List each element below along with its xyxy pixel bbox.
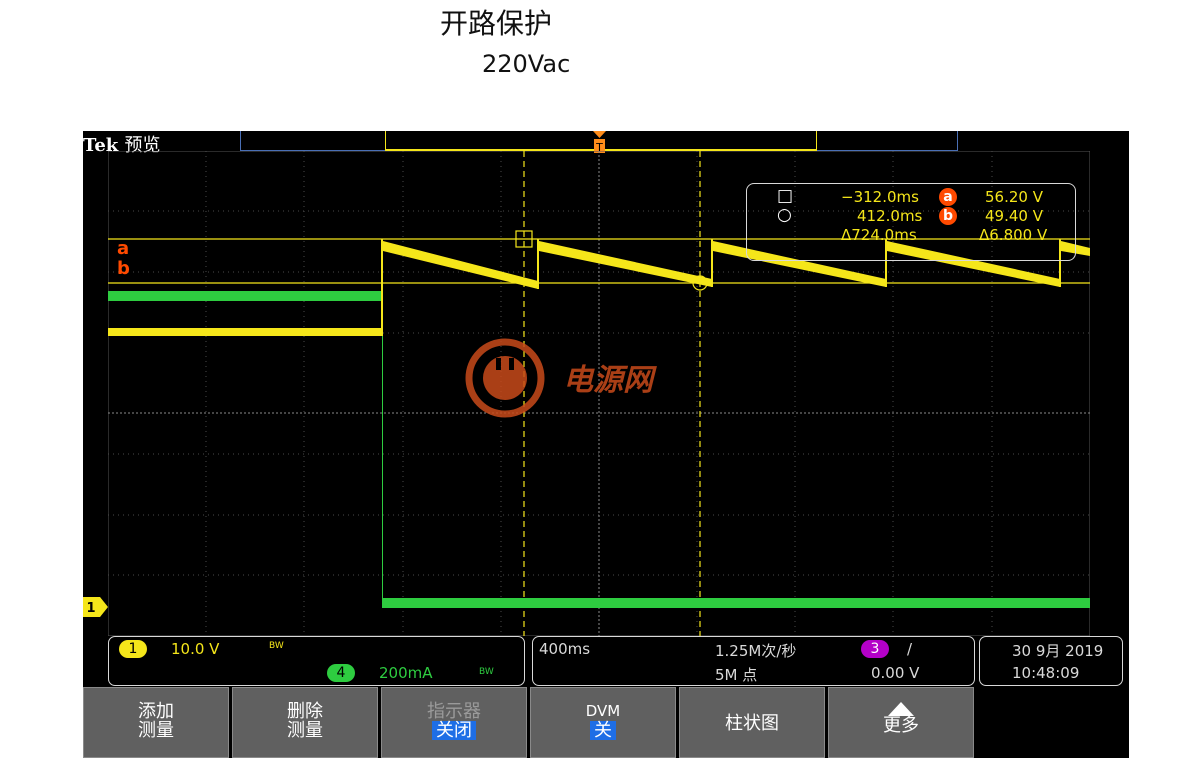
sample-rate: 1.25M次/秒 xyxy=(715,642,797,660)
date: 30 9月 2019 xyxy=(1012,642,1104,660)
cursor2-time: 412.0ms xyxy=(857,207,923,225)
dvm-state: 关 xyxy=(590,721,616,740)
marker-a-icon: a xyxy=(117,238,130,259)
histogram-button[interactable]: 柱状图 xyxy=(679,687,825,758)
cursor-b-voltage: 49.40 V xyxy=(985,207,1043,225)
page-subtitle: 220Vac xyxy=(482,50,571,78)
timebase[interactable]: 400ms xyxy=(539,640,590,658)
cursor-b-badge: b xyxy=(939,207,957,225)
acquisition-panel[interactable]: 400ms 1.25M次/秒 5M 点 3 / 0.00 V xyxy=(532,636,975,686)
chevron-up-icon xyxy=(888,702,914,716)
ch1-ground-marker-icon[interactable]: 1 xyxy=(83,597,109,617)
oscilloscope-screen: Tek 预览 T a b 1 □ ○ −312.0ms 412.0ms Δ724… xyxy=(83,131,1129,758)
svg-text:电源网: 电源网 xyxy=(563,363,657,398)
page-title: 开路保护 xyxy=(440,7,553,40)
cursor-a-badge: a xyxy=(939,188,957,206)
add-measurement-button[interactable]: 添加 测量 xyxy=(83,687,229,758)
indicator-button[interactable]: 指示器 关闭 xyxy=(381,687,527,758)
softkey-bar: 添加 测量 删除 测量 指示器 关闭 DVM 关 柱状图 更多 xyxy=(83,687,1129,758)
datetime-panel[interactable]: 30 9月 2019 10:48:09 xyxy=(979,636,1123,686)
cursor-a-voltage: 56.20 V xyxy=(985,188,1043,206)
trigger-source-badge[interactable]: 3 xyxy=(861,640,889,658)
ch4-badge[interactable]: 4 xyxy=(327,664,355,682)
ch1-badge[interactable]: 1 xyxy=(119,640,147,658)
indicator-state: 关闭 xyxy=(432,721,476,740)
cursor1-time: −312.0ms xyxy=(841,188,919,206)
delete-measurement-button[interactable]: 删除 测量 xyxy=(232,687,378,758)
dvm-button[interactable]: DVM 关 xyxy=(530,687,676,758)
marker-b-icon: b xyxy=(117,258,130,279)
power-plug-icon: 电源网 xyxy=(465,338,657,418)
cursor2-circle-icon: ○ xyxy=(777,205,792,225)
ch4-bandwidth: BW xyxy=(479,667,494,677)
delta-voltage: Δ6.800 V xyxy=(979,226,1048,244)
cursor1-square-icon: □ xyxy=(777,186,794,206)
delta-time: Δ724.0ms xyxy=(841,226,917,244)
watermark-logo: 电源网 xyxy=(463,336,673,425)
trigger-level[interactable]: 0.00 V xyxy=(871,664,919,682)
trigger-slope-icon: / xyxy=(907,640,913,658)
channel-info-panel[interactable]: 1 10.0 V BW 4 200mA BW xyxy=(108,636,525,686)
ch1-bandwidth: BW xyxy=(269,641,284,651)
svg-text:1: 1 xyxy=(86,601,95,616)
ch1-scale[interactable]: 10.0 V xyxy=(171,640,219,658)
more-button[interactable]: 更多 xyxy=(828,687,974,758)
ch4-scale[interactable]: 200mA xyxy=(379,664,433,682)
time: 10:48:09 xyxy=(1012,664,1080,682)
record-length[interactable]: 5M 点 xyxy=(715,664,757,685)
cursor-readout-panel[interactable]: □ ○ −312.0ms 412.0ms Δ724.0ms a b 56.20 … xyxy=(746,183,1076,261)
